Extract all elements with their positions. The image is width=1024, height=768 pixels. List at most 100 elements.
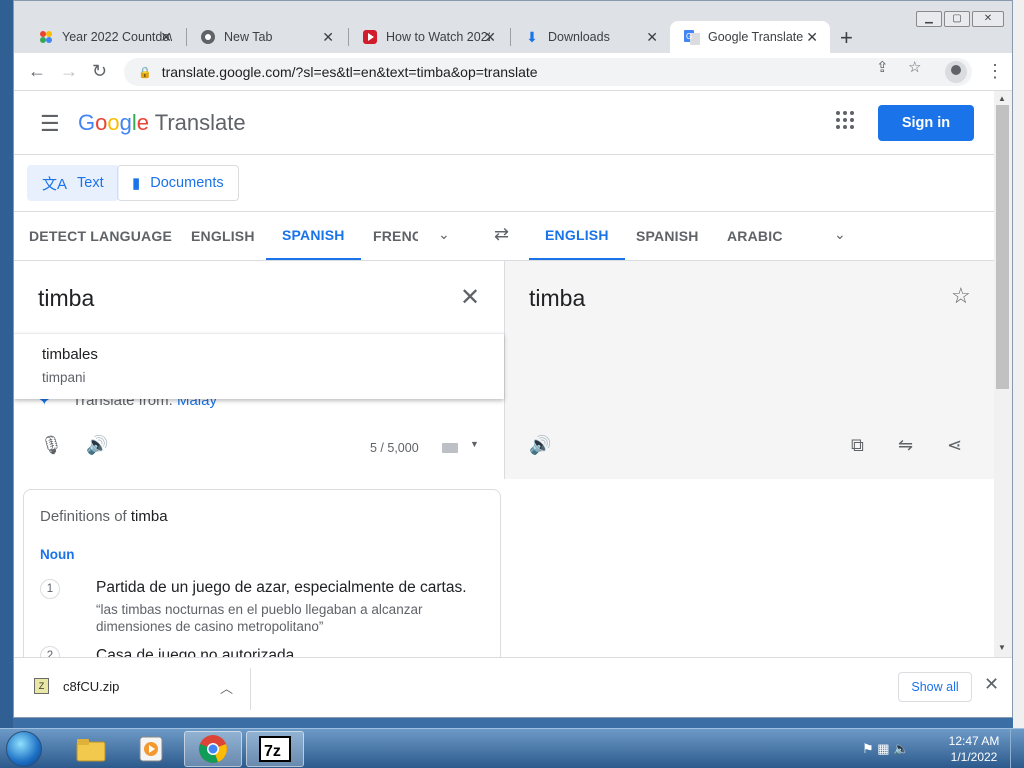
- explorer-taskbar-button[interactable]: [62, 731, 120, 767]
- tab-label: How to Watch 2022: [386, 30, 490, 44]
- folder-icon: [76, 739, 106, 762]
- download-item[interactable]: Z c8fCU.zip: [34, 678, 119, 694]
- logo-suffix: Translate: [154, 110, 246, 135]
- clock-date: 1/1/2022: [950, 750, 998, 764]
- apps-grid-icon[interactable]: [836, 111, 854, 129]
- maximize-button[interactable]: ▢: [944, 11, 970, 27]
- keyboard-icon[interactable]: [442, 443, 458, 453]
- definition-example: “las timbas nocturnas en el pueblo llega…: [96, 602, 423, 634]
- target-lang-arabic[interactable]: ARABIC: [727, 212, 783, 260]
- target-pane: timba ☆ 🔊 ⧉ ⇋ ⋖: [504, 261, 994, 479]
- microphone-icon[interactable]: 🎙: [40, 435, 63, 456]
- chevron-down-icon[interactable]: ⌄: [438, 226, 450, 243]
- scroll-thumb[interactable]: [996, 105, 1009, 389]
- hamburger-menu-icon[interactable]: ☰: [40, 111, 60, 137]
- back-icon[interactable]: ←: [28, 61, 46, 82]
- tab-strip: Year 2022 Countdown ✕ New Tab ✕ How to W…: [14, 1, 1012, 53]
- download-bar: Z c8fCU.zip ︿ Show all ✕: [14, 657, 1012, 717]
- source-lang-english[interactable]: ENGLISH: [191, 212, 255, 260]
- logo-letter: o: [95, 110, 108, 135]
- char-count: 5 / 5,000: [370, 441, 419, 455]
- feedback-icon[interactable]: ⇋: [898, 435, 913, 456]
- red-play-icon: [362, 29, 378, 45]
- chevron-up-icon[interactable]: ︿: [220, 678, 233, 697]
- logo-letter: o: [107, 110, 120, 135]
- close-icon[interactable]: ✕: [806, 29, 818, 46]
- source-lang-french[interactable]: FRENCH: [373, 212, 418, 260]
- caret-down-icon[interactable]: ▼: [470, 439, 479, 449]
- sign-in-button[interactable]: Sign in: [878, 105, 974, 141]
- minimize-button[interactable]: ▁: [916, 11, 942, 27]
- tab-year-2022-countdown[interactable]: Year 2022 Countdown ✕: [24, 21, 184, 53]
- close-icon[interactable]: ✕: [984, 674, 999, 695]
- speaker-icon[interactable]: 🔊: [529, 435, 551, 456]
- kebab-menu-icon[interactable]: ⋮: [986, 61, 1004, 82]
- clock-time: 12:47 AM: [948, 734, 1000, 748]
- copy-icon[interactable]: ⧉: [851, 435, 864, 456]
- clear-icon[interactable]: ✕: [460, 283, 480, 312]
- chrome-icon: [200, 29, 216, 45]
- new-tab-button[interactable]: +: [840, 25, 853, 51]
- suggestion-dropdown[interactable]: timbales timpani: [14, 333, 504, 399]
- show-all-button[interactable]: Show all: [898, 672, 972, 702]
- scroll-down-icon[interactable]: ▼: [998, 643, 1006, 652]
- tab-new-tab[interactable]: New Tab ✕: [186, 21, 346, 53]
- media-player-icon: [139, 736, 163, 762]
- tab-google-translate[interactable]: G Google Translate ✕: [670, 21, 830, 53]
- forward-icon[interactable]: →: [60, 61, 78, 82]
- definition-number: 1: [40, 579, 60, 599]
- source-text-input[interactable]: timba: [38, 285, 94, 312]
- tab-downloads[interactable]: ⬇ Downloads ✕: [510, 21, 670, 53]
- close-icon[interactable]: ✕: [646, 29, 658, 46]
- close-window-button[interactable]: ✕: [972, 11, 1004, 27]
- system-tray[interactable]: ⚑ ▦ 🔈: [862, 741, 909, 757]
- source-lang-spanish[interactable]: SPANISH: [266, 212, 361, 260]
- taskbar-clock[interactable]: 12:47 AM 1/1/2022: [946, 733, 1002, 765]
- definitions-title: Definitions of timba: [40, 508, 168, 525]
- browser-toolbar: ← → ↻ 🔒 translate.google.com/?sl=es&tl=e…: [14, 53, 1012, 91]
- profile-avatar-icon[interactable]: [945, 61, 967, 83]
- media-player-taskbar-button[interactable]: [122, 731, 180, 767]
- star-icon[interactable]: ☆: [951, 283, 971, 309]
- google-translate-logo[interactable]: Google Translate: [78, 110, 246, 136]
- lock-icon: 🔒: [138, 66, 152, 79]
- reload-icon[interactable]: ↻: [92, 61, 107, 82]
- page-content: ☰ Google Translate Sign in 文A Text ▮ Doc…: [14, 91, 994, 657]
- flag-icon[interactable]: ⚑: [862, 741, 874, 756]
- chevron-down-icon[interactable]: ⌄: [834, 226, 846, 243]
- url-text: translate.google.com/?sl=es&tl=en&text=t…: [161, 64, 538, 80]
- pinwheel-icon: [38, 29, 54, 45]
- source-pane: timba ✕ timbales timpani ✦ Translate fro…: [14, 261, 504, 479]
- definitions-card: Definitions of timba Noun 1 Partida de u…: [23, 489, 501, 657]
- speaker-icon[interactable]: 🔊: [86, 435, 108, 456]
- chrome-taskbar-button[interactable]: [184, 731, 242, 767]
- logo-letter: g: [119, 110, 132, 135]
- definition-text: Partida de un juego de azar, especialmen…: [96, 579, 467, 596]
- suggestion-main[interactable]: timbales: [42, 346, 98, 363]
- start-button[interactable]: [6, 731, 42, 767]
- swap-languages-icon[interactable]: ⇄: [494, 224, 509, 245]
- share-icon[interactable]: ⋖: [947, 435, 962, 456]
- close-icon[interactable]: ✕: [160, 29, 172, 46]
- address-bar[interactable]: 🔒 translate.google.com/?sl=es&tl=en&text…: [124, 58, 972, 86]
- volume-icon[interactable]: 🔈: [893, 741, 909, 756]
- divider: [250, 668, 251, 710]
- page-scrollbar[interactable]: ▲ ▼: [994, 91, 1012, 657]
- source-lang-detect[interactable]: DETECT LANGUAGE: [29, 212, 172, 260]
- 7zip-icon: 7z: [259, 736, 291, 762]
- svg-text:7z: 7z: [264, 743, 281, 760]
- star-bookmark-icon[interactable]: ☆: [908, 58, 921, 76]
- close-icon[interactable]: ✕: [322, 29, 334, 46]
- text-mode-button[interactable]: 文A Text: [27, 165, 119, 201]
- share-icon[interactable]: ⇪: [876, 58, 889, 76]
- tab-how-to-watch[interactable]: How to Watch 2022 ✕: [348, 21, 508, 53]
- target-lang-spanish[interactable]: SPANISH: [636, 212, 699, 260]
- 7zip-taskbar-button[interactable]: 7z: [246, 731, 304, 767]
- network-icon[interactable]: ▦: [877, 741, 889, 756]
- target-lang-english[interactable]: ENGLISH: [529, 212, 625, 260]
- scroll-up-icon[interactable]: ▲: [998, 94, 1006, 103]
- show-desktop-button[interactable]: [1010, 729, 1024, 768]
- close-icon[interactable]: ✕: [484, 29, 496, 46]
- desktop-edge-left: [0, 0, 13, 728]
- documents-mode-button[interactable]: ▮ Documents: [117, 165, 239, 201]
